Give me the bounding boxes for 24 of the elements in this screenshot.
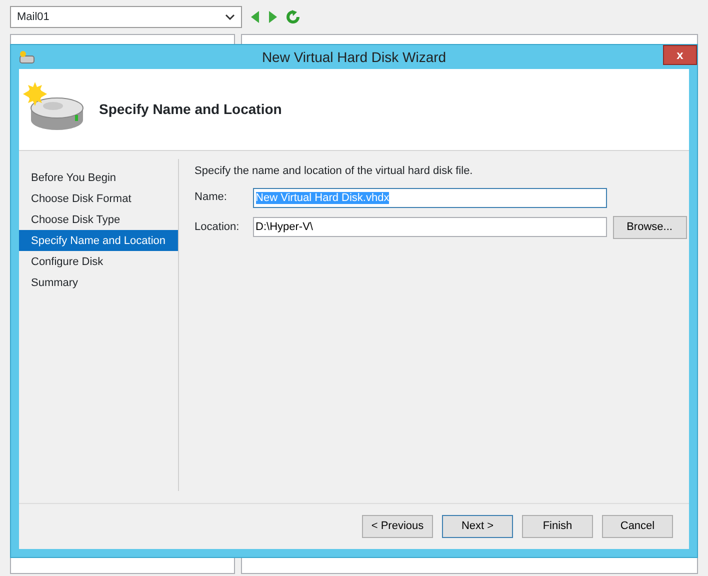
wizard-step[interactable]: Choose Disk Format <box>19 188 178 209</box>
vm-dropdown[interactable]: Mail01 <box>10 6 242 28</box>
wizard-step[interactable]: Specify Name and Location <box>19 230 178 251</box>
wizard-button[interactable]: < Previous <box>362 515 433 538</box>
instruction-text: Specify the name and location of the virtual hard disk file. <box>194 164 474 179</box>
disk-icon <box>19 50 35 64</box>
window-title: New Virtual Hard Disk Wizard <box>262 48 446 66</box>
location-field[interactable]: D:\Hyper-V\ <box>252 217 607 237</box>
wizard-button[interactable]: Next > <box>442 515 513 538</box>
wizard-step[interactable]: Choose Disk Type <box>19 209 178 230</box>
refresh-icon[interactable] <box>286 10 300 24</box>
close-button[interactable]: x <box>663 45 697 65</box>
forward-icon[interactable] <box>268 10 278 24</box>
name-label: Name: <box>194 190 228 206</box>
wizard-step[interactable]: Configure Disk <box>19 251 178 272</box>
caret-icon <box>225 14 235 20</box>
wizard-button[interactable]: Cancel <box>602 515 673 538</box>
wizard-step[interactable]: Before You Begin <box>19 167 178 188</box>
wizard-button[interactable]: Finish <box>522 515 593 538</box>
wizard-step[interactable]: Summary <box>19 272 178 293</box>
back-icon[interactable] <box>250 10 260 24</box>
page-heading: Specify Name and Location <box>99 100 282 119</box>
browse-button[interactable]: Browse... <box>612 216 687 238</box>
location-label: Location: <box>194 220 240 235</box>
